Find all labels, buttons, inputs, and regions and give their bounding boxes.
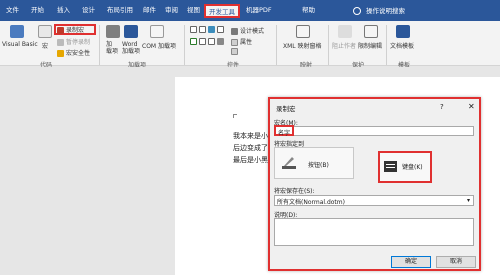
store-macro-select[interactable]: 所有文档(Normal.dotm) ▾ — [274, 195, 474, 206]
restrict-editing-icon — [364, 25, 378, 38]
tab-pdf[interactable]: 机器PDF — [246, 6, 272, 15]
block-authors-icon — [338, 25, 352, 38]
xml-mapping-icon — [296, 25, 310, 38]
properties-icon — [231, 39, 238, 46]
control-icons-row-2[interactable] — [190, 38, 226, 45]
divider — [386, 25, 387, 65]
store-macro-value: 所有文档(Normal.dotm) — [277, 199, 345, 206]
tab-references[interactable]: 引用 — [120, 6, 133, 15]
control-icons-row-1[interactable] — [190, 26, 226, 33]
properties-button[interactable]: 属性 — [231, 37, 252, 46]
lightbulb-icon — [353, 7, 361, 15]
group-controls-button[interactable] — [231, 48, 240, 55]
word-icon — [124, 25, 138, 38]
tab-view[interactable]: 视图 — [187, 6, 200, 15]
record-macro-button[interactable]: 录制宏 — [57, 25, 84, 34]
divider — [276, 25, 277, 65]
ribbon-tab-bar: 文件 开始 插入 设计 布局 引用 邮件 审阅 视图 开发工具 机器PDF 帮助… — [0, 0, 500, 21]
document-template-button[interactable]: 文档模板 — [390, 41, 414, 50]
record-macro-label: 录制宏 — [66, 27, 85, 34]
document-line[interactable]: 后边变成了 — [233, 143, 268, 153]
tab-mailings[interactable]: 邮件 — [143, 6, 156, 15]
hammer-icon — [282, 157, 296, 169]
help-button[interactable]: ? — [440, 103, 444, 111]
button-option-label: 按钮(B) — [308, 162, 329, 169]
tell-me-box[interactable]: 操作说明搜索 — [353, 5, 405, 15]
com-addins-icon — [150, 25, 164, 38]
ribbon: Visual Basic 宏 录制宏 暂停录制 宏安全性 代码 加 载项 Wor… — [0, 21, 500, 69]
design-mode-button[interactable]: 设计模式 — [231, 26, 264, 35]
ok-button[interactable]: 确定 — [391, 256, 431, 268]
document-line[interactable]: 最后是小黑 — [233, 155, 268, 165]
pause-recording-label: 暂停录制 — [66, 39, 91, 46]
tab-file[interactable]: 文件 — [6, 6, 19, 15]
xml-mapping-pane-button[interactable]: XML 映射窗格 — [283, 41, 322, 50]
com-addins-button[interactable]: COM 加载项 — [142, 41, 176, 50]
visual-basic-button[interactable]: Visual Basic — [2, 41, 38, 48]
word-addins-button[interactable]: Word 加载项 — [122, 41, 140, 55]
macro-security-button[interactable]: 宏安全性 — [57, 48, 90, 57]
tab-home[interactable]: 开始 — [31, 6, 44, 15]
tab-insert[interactable]: 插入 — [57, 6, 70, 15]
tab-layout[interactable]: 布局 — [107, 6, 120, 15]
macro-icon — [38, 25, 52, 38]
dialog-title: 录制宏 — [276, 105, 296, 113]
addins-icon — [106, 25, 120, 38]
text-control-icon — [199, 26, 206, 33]
checkbox-control-icon — [190, 38, 197, 45]
text-control-icon — [190, 26, 197, 33]
visual-basic-icon — [10, 25, 24, 38]
properties-label: 属性 — [240, 39, 253, 46]
record-icon — [57, 27, 64, 34]
close-icon[interactable]: ✕ — [468, 102, 475, 111]
keyboard-option-label: 键盘(K) — [402, 164, 423, 171]
divider — [99, 25, 100, 65]
design-mode-icon — [231, 28, 238, 35]
tab-design[interactable]: 设计 — [82, 6, 95, 15]
tab-developer[interactable]: 开发工具 — [204, 4, 240, 18]
store-macro-label: 将宏保存在(S): — [274, 188, 315, 195]
tab-help[interactable]: 帮助 — [302, 6, 315, 15]
document-line[interactable]: 我本来是小 — [233, 131, 268, 141]
margin-corner-mark — [233, 114, 237, 118]
macro-security-label: 宏安全性 — [66, 50, 91, 57]
macros-button[interactable]: 宏 — [42, 41, 48, 50]
record-macro-dialog: 录制宏 ? ✕ 宏名(M): 名字 将宏指定到 按钮(B) 键盘(K) 将宏保存… — [268, 97, 481, 271]
pause-recording-button[interactable]: 暂停录制 — [57, 37, 90, 46]
description-field[interactable] — [274, 218, 474, 246]
cancel-button[interactable]: 取消 — [436, 256, 476, 268]
date-control-icon — [208, 38, 215, 45]
block-authors-button[interactable]: 阻止作者 — [332, 41, 356, 50]
warning-icon — [57, 50, 64, 57]
combo-control-icon — [199, 38, 206, 45]
tab-review[interactable]: 审阅 — [165, 6, 178, 15]
addins-button[interactable]: 加 载项 — [106, 41, 118, 55]
pause-icon — [57, 39, 64, 46]
design-mode-label: 设计模式 — [240, 28, 265, 35]
keyboard-icon — [384, 161, 397, 172]
legacy-tools-icon — [217, 38, 224, 45]
tell-me-text: 操作说明搜索 — [366, 7, 405, 15]
gallery-control-icon — [217, 26, 224, 33]
divider — [184, 25, 185, 65]
macro-name-value[interactable]: 名字 — [274, 125, 294, 137]
group-icon — [231, 48, 238, 55]
divider — [328, 25, 329, 65]
document-template-icon — [396, 25, 410, 38]
restrict-editing-button[interactable]: 限制编辑 — [358, 41, 382, 50]
chevron-down-icon: ▾ — [466, 197, 470, 204]
macro-name-field[interactable] — [274, 126, 474, 136]
picture-control-icon — [208, 26, 215, 33]
